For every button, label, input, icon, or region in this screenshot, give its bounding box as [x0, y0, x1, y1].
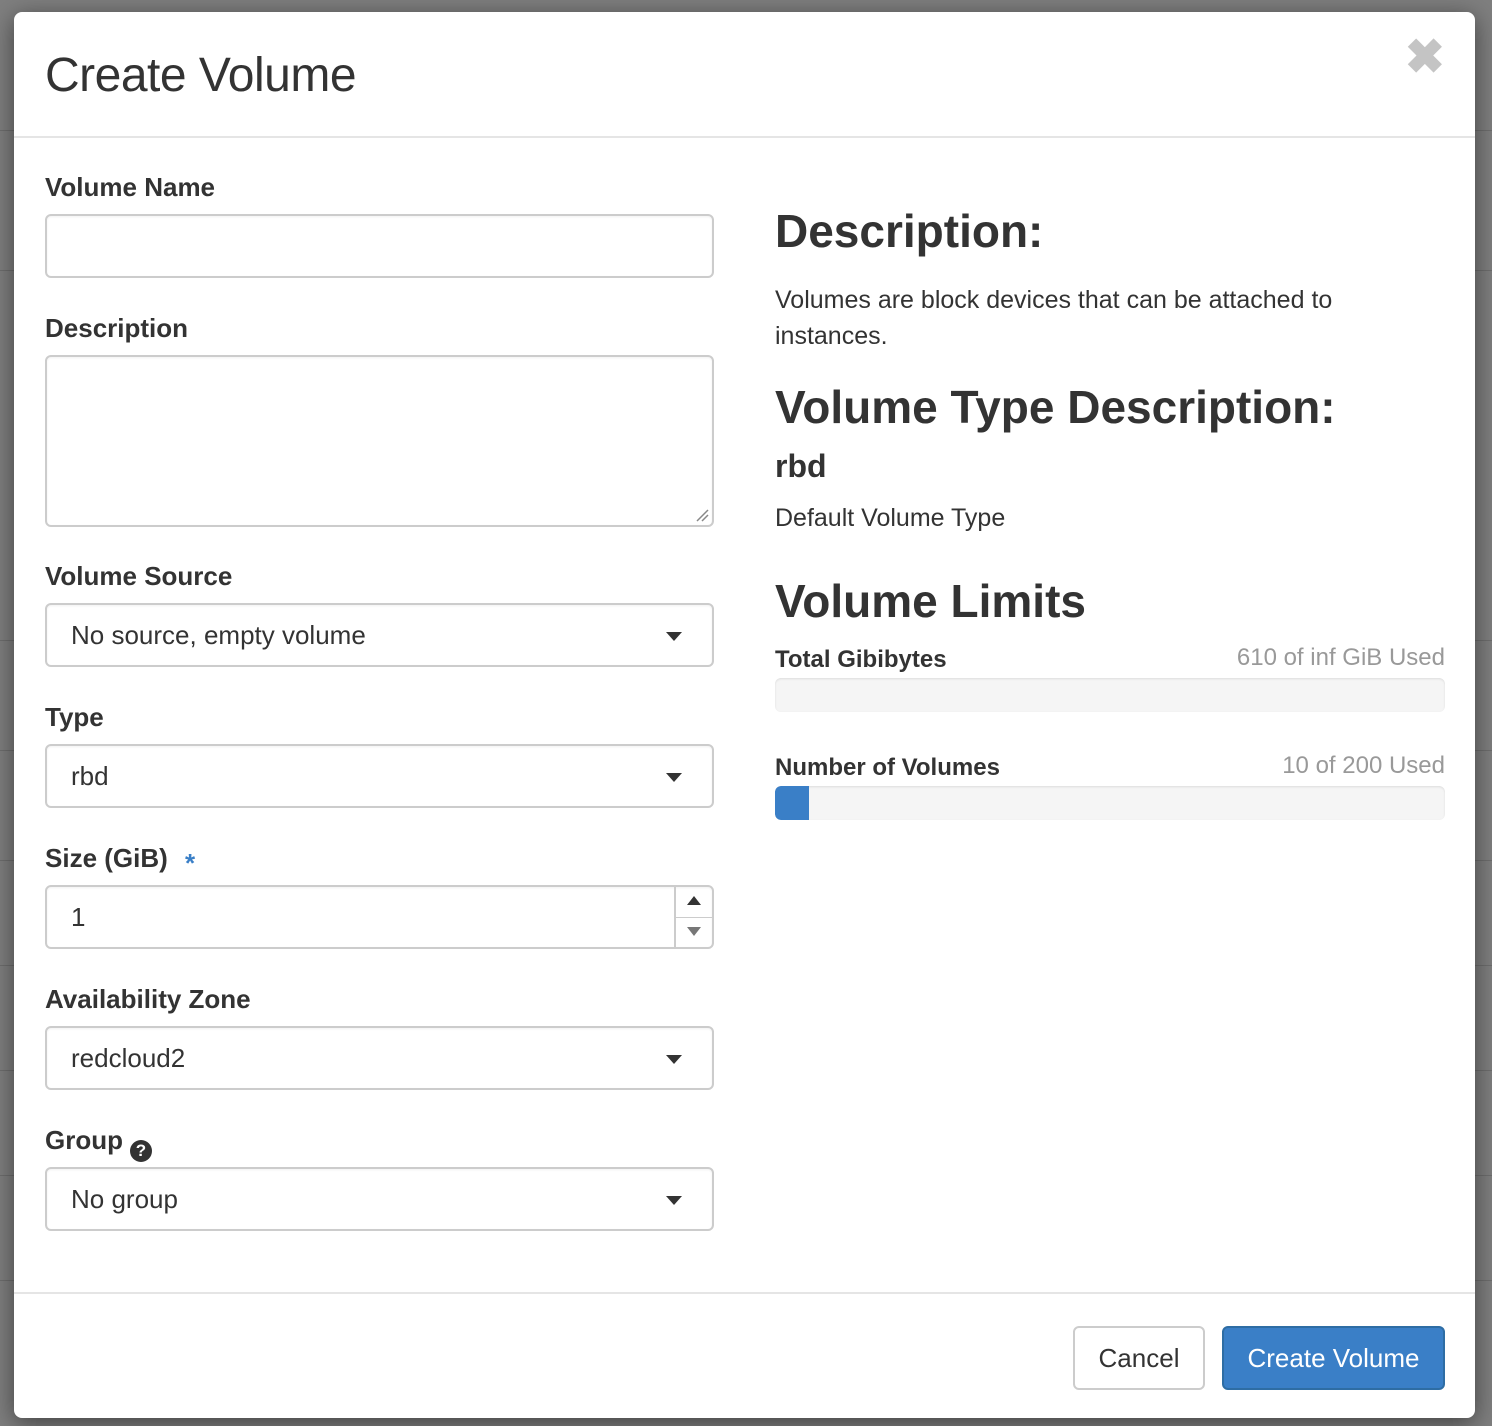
availability-zone-select[interactable]: redcloud2: [45, 1026, 714, 1090]
volume-source-select[interactable]: No source, empty volume: [45, 603, 714, 667]
size-label: Size (GiB): [45, 843, 168, 873]
limit-label-number-of-volumes: Number of Volumes: [775, 754, 1000, 781]
limit-used-number-of-volumes: 10 of 200 Used: [1282, 752, 1445, 779]
availability-zone-label: Availability Zone: [45, 984, 251, 1014]
volume-name-label: Volume Name: [45, 172, 216, 202]
limits-heading: Volume Limits: [775, 575, 1086, 627]
description-text: Volumes are block devices that can be at…: [775, 286, 1333, 350]
description-label: Description: [45, 313, 189, 343]
spinner-up-icon: [687, 896, 701, 905]
spinner-down-icon: [687, 927, 701, 936]
progress-total-gibibytes: [775, 678, 1445, 712]
limit-used-total-gibibytes: 610 of inf GiB Used: [1236, 644, 1445, 671]
progress-number-of-volumes: [775, 786, 1445, 820]
size-number-input[interactable]: 1: [45, 885, 714, 949]
spinner-up-button[interactable]: [676, 887, 712, 918]
description-heading: Description:: [775, 205, 1044, 257]
type-selected: rbd: [71, 761, 109, 791]
cancel-button[interactable]: Cancel: [1073, 1326, 1205, 1390]
close-icon[interactable]: ✖: [1405, 34, 1445, 82]
group-label: Group: [45, 1125, 123, 1155]
chevron-down-icon: [666, 773, 682, 782]
volume-type-text: Default Volume Type: [775, 504, 1006, 532]
limit-label-total-gibibytes: Total Gibibytes: [775, 646, 947, 673]
volume-type-heading: Volume Type Description:: [775, 381, 1336, 433]
modal-header: Create Volume ✖: [14, 12, 1475, 138]
type-select[interactable]: rbd: [45, 744, 714, 808]
progress-bar-number-of-volumes: [775, 786, 809, 820]
modal-title: Create Volume: [45, 49, 357, 102]
type-label: Type: [45, 702, 104, 732]
volume-name-input[interactable]: [45, 214, 714, 278]
required-marker: *: [185, 848, 196, 878]
volume-type-name: rbd: [775, 448, 827, 484]
create-volume-modal: Create Volume ✖ Volume Name Description …: [14, 12, 1475, 1418]
chevron-down-icon: [666, 632, 682, 641]
group-selected: No group: [71, 1184, 178, 1214]
help-icon[interactable]: ?: [130, 1140, 152, 1162]
size-value: 1: [71, 902, 86, 932]
chevron-down-icon: [666, 1196, 682, 1205]
availability-zone-selected: redcloud2: [71, 1043, 186, 1073]
group-select[interactable]: No group: [45, 1167, 714, 1231]
size-spinner: [674, 887, 712, 947]
spinner-down-button[interactable]: [676, 917, 712, 947]
modal-footer: Cancel Create Volume: [14, 1292, 1475, 1418]
chevron-down-icon: [666, 1055, 682, 1064]
create-volume-button[interactable]: Create Volume: [1222, 1326, 1445, 1390]
volume-source-selected: No source, empty volume: [71, 620, 366, 650]
volume-source-label: Volume Source: [45, 561, 233, 591]
resize-grip-icon[interactable]: [695, 508, 709, 522]
description-textarea[interactable]: [45, 355, 714, 527]
